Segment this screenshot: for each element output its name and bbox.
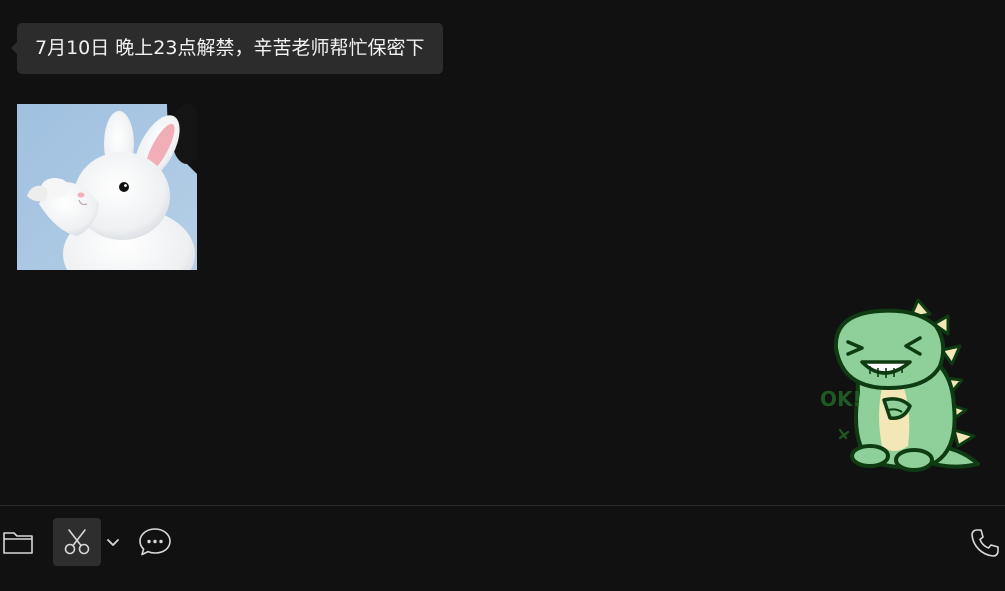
rabbit-image	[17, 104, 197, 270]
message-list[interactable]: 7月10日 晚上23点解禁，辛苦老师帮忙保密下 OK!	[0, 0, 1005, 505]
chat-window: 7月10日 晚上23点解禁，辛苦老师帮忙保密下 OK!	[0, 0, 1005, 591]
screenshot-button[interactable]	[53, 518, 101, 566]
chat-bubble-icon	[139, 528, 171, 556]
image-message-rabbit[interactable]	[17, 104, 197, 270]
message-text: 7月10日 晚上23点解禁，辛苦老师帮忙保密下	[35, 37, 425, 59]
sticker-message-dinosaur[interactable]: OK!	[818, 296, 988, 476]
text-message-bubble[interactable]: 7月10日 晚上23点解禁，辛苦老师帮忙保密下	[10, 23, 444, 74]
screenshot-options-dropdown[interactable]	[104, 530, 122, 554]
phone-icon	[971, 529, 999, 557]
folder-icon	[3, 532, 33, 554]
send-file-button[interactable]	[0, 524, 36, 560]
chat-history-button[interactable]	[136, 523, 174, 561]
dinosaur-sticker-image: OK!	[820, 298, 980, 472]
sticker-ok-text: OK!	[820, 387, 862, 411]
scissors-icon	[64, 529, 90, 555]
input-toolbar	[0, 506, 1005, 591]
voice-call-button[interactable]	[966, 524, 1004, 562]
chevron-down-icon	[107, 539, 119, 546]
